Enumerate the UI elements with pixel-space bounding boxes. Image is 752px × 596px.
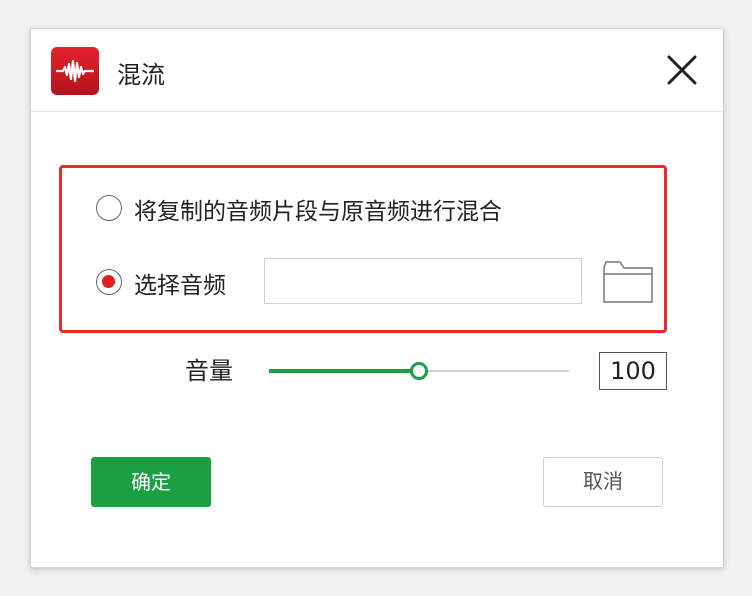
close-button[interactable] xyxy=(665,53,699,87)
volume-slider-fill xyxy=(269,369,419,373)
mix-dialog: 混流 将复制的音频片段与原音频进行混合 选择音频 音量 100 确定 取消 xyxy=(30,28,724,568)
title-bar: 混流 xyxy=(31,29,723,112)
radio-mix-clip[interactable] xyxy=(96,195,122,221)
audio-file-path-input[interactable] xyxy=(264,258,582,304)
radio-selected-dot xyxy=(102,275,115,288)
folder-icon xyxy=(603,261,653,303)
ok-button[interactable]: 确定 xyxy=(91,457,211,507)
audio-waveform-icon xyxy=(51,47,99,95)
window-title: 混流 xyxy=(117,61,165,89)
volume-value-field[interactable]: 100 xyxy=(599,352,667,390)
close-icon xyxy=(667,55,697,85)
cancel-button[interactable]: 取消 xyxy=(543,457,663,507)
radio-select-audio-label: 选择音频 xyxy=(134,273,226,299)
radio-mix-clip-label: 将复制的音频片段与原音频进行混合 xyxy=(134,199,502,225)
volume-slider-thumb[interactable] xyxy=(410,362,428,380)
browse-folder-button[interactable] xyxy=(602,260,654,304)
radio-select-audio[interactable] xyxy=(96,269,122,295)
audio-source-options: 将复制的音频片段与原音频进行混合 选择音频 xyxy=(59,165,667,333)
volume-label: 音量 xyxy=(185,357,233,385)
volume-slider[interactable] xyxy=(269,361,569,381)
